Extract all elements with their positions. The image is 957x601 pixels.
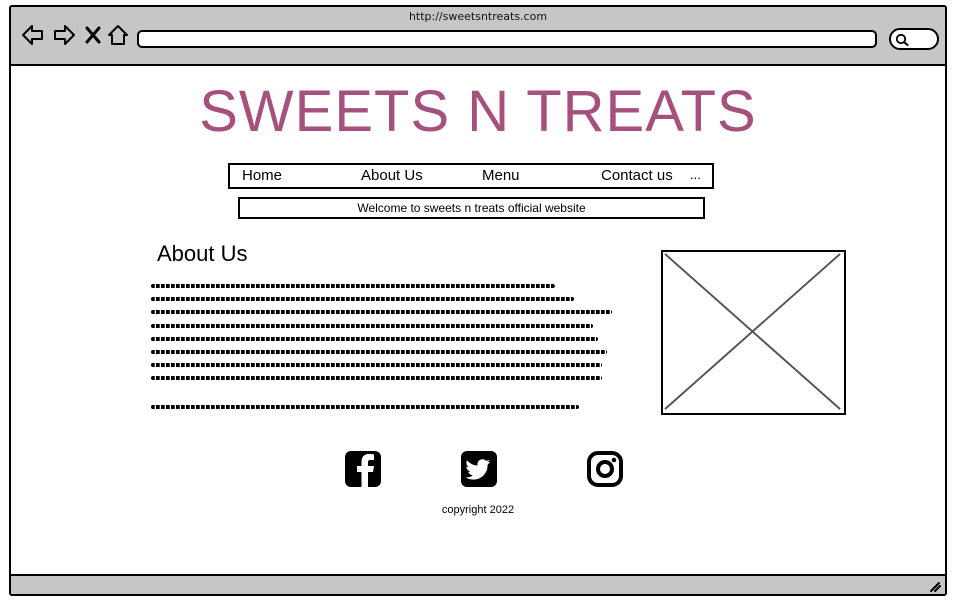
copyright-text: copyright 2022 <box>441 504 515 516</box>
main-menu: Home About Us Menu Contact us ... <box>228 163 714 189</box>
text-line <box>151 310 612 315</box>
back-icon[interactable] <box>21 23 45 47</box>
text-line <box>151 376 603 381</box>
about-paragraph-2 <box>151 405 621 418</box>
twitter-icon[interactable] <box>460 450 498 488</box>
browser-toolbar: http://sweetsntreats.com <box>11 7 945 66</box>
text-line <box>151 323 593 328</box>
search-button[interactable] <box>889 28 939 50</box>
menu-item-menu[interactable]: Menu <box>482 167 520 185</box>
status-bar <box>11 574 945 594</box>
address-bar[interactable] <box>137 30 877 48</box>
menu-item-contact-us[interactable]: Contact us <box>601 167 673 185</box>
close-icon[interactable] <box>81 23 105 47</box>
menu-item-home[interactable]: Home <box>242 167 282 185</box>
home-icon[interactable] <box>106 23 130 47</box>
about-paragraph-1 <box>151 284 621 390</box>
text-line <box>151 405 579 409</box>
text-line <box>151 284 556 288</box>
search-icon <box>895 33 909 46</box>
menu-more[interactable]: ... <box>690 167 701 182</box>
text-line <box>151 363 603 368</box>
image-placeholder <box>661 250 846 415</box>
resize-grip-icon[interactable] <box>928 579 942 593</box>
url-label: http://sweetsntreats.com <box>408 10 548 23</box>
welcome-banner: Welcome to sweets n treats official webs… <box>238 197 705 219</box>
text-line <box>151 349 607 354</box>
site-title: SWEETS N TREATS <box>199 79 757 144</box>
text-line <box>151 297 574 302</box>
menu-item-about-us[interactable]: About Us <box>361 167 423 185</box>
text-line <box>151 336 598 341</box>
about-heading: About Us <box>157 241 248 266</box>
forward-icon[interactable] <box>52 23 76 47</box>
facebook-icon[interactable] <box>344 450 382 488</box>
browser-window: http://sweetsntreats.com SWEETS N TREATS… <box>9 5 947 596</box>
instagram-icon[interactable] <box>586 450 624 488</box>
